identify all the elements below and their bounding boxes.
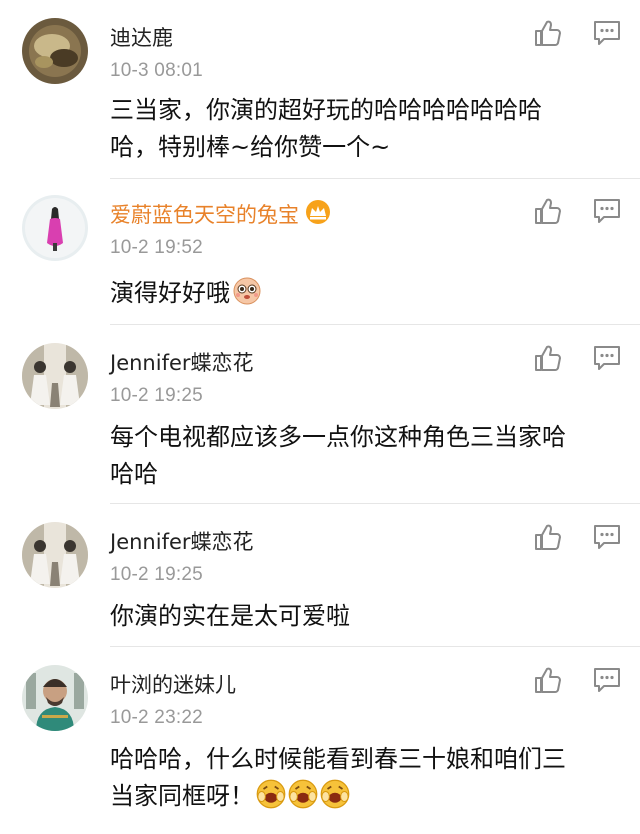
avatar-image — [22, 195, 88, 261]
avatar-image — [22, 665, 88, 731]
comment-item: Jennifer蝶恋花 10-2 19:25 每个电视都应该多一点你这种角色三当… — [0, 325, 640, 503]
username[interactable]: 迪达鹿 — [110, 22, 173, 52]
avatar-image — [22, 18, 88, 84]
comment-text-line: 三当家，你演的超好玩的哈哈哈哈哈哈哈 — [110, 96, 542, 124]
comment-icon[interactable] — [592, 665, 622, 695]
comment-icon[interactable] — [592, 196, 622, 226]
comment-item: Jennifer蝶恋花 10-2 19:25 你演的实在是太可爱啦 — [0, 504, 640, 646]
comment-text-line: 你演的实在是太可爱啦 — [110, 602, 350, 630]
comment-text-line: 哈哈哈，什么时候能看到春三十娘和咱们三 — [110, 745, 566, 773]
username[interactable]: Jennifer蝶恋花 — [110, 347, 254, 377]
avatar[interactable] — [22, 665, 88, 731]
comment-text: 每个电视都应该多一点你这种角色三当家哈 哈哈 — [110, 419, 625, 493]
timestamp: 10-2 19:25 — [110, 385, 203, 406]
comment-text-line: 哈哈 — [110, 460, 158, 488]
comment-text-line: 哈，特别棒~给你赞一个~ — [110, 133, 391, 161]
timestamp: 10-2 19:25 — [110, 564, 203, 585]
username[interactable]: Jennifer蝶恋花 — [110, 526, 254, 556]
avatar[interactable] — [22, 18, 88, 84]
comment-item: 叶浏的迷妹儿 10-2 23:22 哈哈哈，什么时候能看到春三十娘和咱们三 当家… — [0, 647, 640, 834]
avatar[interactable] — [22, 343, 88, 409]
comment-text-line: 演得好好哦 — [110, 279, 230, 307]
comment-icon[interactable] — [592, 343, 622, 373]
timestamp: 10-3 08:01 — [110, 60, 203, 81]
vip-crown-icon — [306, 200, 330, 224]
avatar-image — [22, 343, 88, 409]
thumbs-up-icon[interactable] — [533, 196, 563, 226]
grin-emoji-icon — [320, 779, 350, 809]
thumbs-up-icon[interactable] — [533, 18, 563, 48]
timestamp: 10-2 23:22 — [110, 707, 203, 728]
comment-text-line: 每个电视都应该多一点你这种角色三当家哈 — [110, 423, 566, 451]
avatar[interactable] — [22, 195, 88, 261]
comment-text-line: 当家同框呀！ — [110, 778, 625, 815]
thumbs-up-icon[interactable] — [533, 665, 563, 695]
comment-text: 你演的实在是太可爱啦 — [110, 598, 625, 635]
comment-icon[interactable] — [592, 522, 622, 552]
comment-list: 迪达鹿 10-3 08:01 三当家，你演的超好玩的哈哈哈哈哈哈哈 哈，特别棒~… — [0, 0, 640, 834]
comment-text-fragment: 当家同框呀！ — [110, 782, 254, 810]
comment-item: 迪达鹿 10-3 08:01 三当家，你演的超好玩的哈哈哈哈哈哈哈 哈，特别棒~… — [0, 0, 640, 178]
thumbs-up-icon[interactable] — [533, 522, 563, 552]
username[interactable]: 叶浏的迷妹儿 — [110, 669, 236, 699]
comment-text: 演得好好哦 — [110, 275, 625, 312]
username[interactable]: 爱蔚蓝色天空的兔宝 — [110, 199, 331, 229]
comment-text: 哈哈哈，什么时候能看到春三十娘和咱们三 当家同框呀！ — [110, 741, 625, 815]
comment-item: 爱蔚蓝色天空的兔宝 10-2 19:52 演得好好哦 — [0, 179, 640, 324]
avatar[interactable] — [22, 522, 88, 588]
avatar-image — [22, 522, 88, 588]
grin-emoji-icon — [288, 779, 318, 809]
comment-text: 三当家，你演的超好玩的哈哈哈哈哈哈哈 哈，特别棒~给你赞一个~ — [110, 92, 625, 166]
comment-icon[interactable] — [592, 18, 622, 48]
timestamp: 10-2 19:52 — [110, 237, 203, 258]
grin-emoji-icon — [256, 779, 286, 809]
username-label: 爱蔚蓝色天空的兔宝 — [110, 203, 299, 227]
cute-face-emoji-icon — [233, 277, 261, 305]
thumbs-up-icon[interactable] — [533, 343, 563, 373]
